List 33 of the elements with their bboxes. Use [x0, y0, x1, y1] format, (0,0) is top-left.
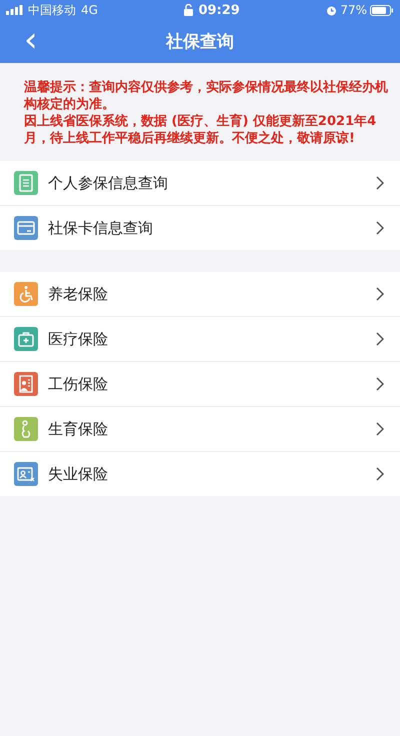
- menu-label: 社保卡信息查询: [48, 218, 154, 238]
- menu-item[interactable]: 生育保险: [0, 407, 400, 452]
- time-label: 09:29: [198, 2, 240, 18]
- carrier-label: 中国移动: [28, 2, 76, 18]
- menu-item[interactable]: 工伤保险: [0, 362, 400, 407]
- back-button[interactable]: ‹: [20, 26, 42, 54]
- network-label: 4G: [81, 3, 98, 17]
- menu-item[interactable]: 医疗保险: [0, 317, 400, 362]
- menu-label: 医疗保险: [48, 330, 109, 348]
- menu-label: 生育保险: [48, 420, 109, 438]
- chevron-icon: [376, 287, 384, 301]
- chevron-icon: [376, 332, 384, 346]
- menu-item[interactable]: 个人参保信息查询: [0, 161, 400, 206]
- menu-item[interactable]: 失业保险: [0, 452, 400, 496]
- chevron-icon: [376, 422, 384, 436]
- menu-label: 养老保险: [48, 284, 109, 304]
- battery-icon: [370, 4, 394, 16]
- page-title: 社保查询: [166, 31, 234, 53]
- chevron-icon: [376, 221, 384, 235]
- notice-text: 温馨提示：查询内容仅供参考，实际参保情况最终以社保经办机构核定的为准。: [24, 79, 389, 113]
- chevron-icon: [376, 467, 384, 481]
- menu-item[interactable]: 社保卡信息查询: [0, 206, 400, 250]
- notice-text: 因上线省医保系统，数据 (医疗、生育) 仅能更新至2021年4月，待上线工作平稳后再继续更新。不便之处，敬请原谅!: [24, 113, 378, 147]
- lock-icon: [184, 4, 194, 16]
- signal-icon: [6, 5, 23, 15]
- menu-item[interactable]: 养老保险: [0, 272, 400, 317]
- battery-label: 77%: [340, 3, 367, 17]
- menu-label: 失业保险: [48, 464, 109, 484]
- chevron-icon: [376, 377, 384, 391]
- chevron-icon: [376, 176, 384, 190]
- alarm-icon: [326, 4, 338, 16]
- menu-label: 个人参保信息查询: [48, 174, 169, 192]
- menu-label: 工伤保险: [48, 374, 109, 394]
